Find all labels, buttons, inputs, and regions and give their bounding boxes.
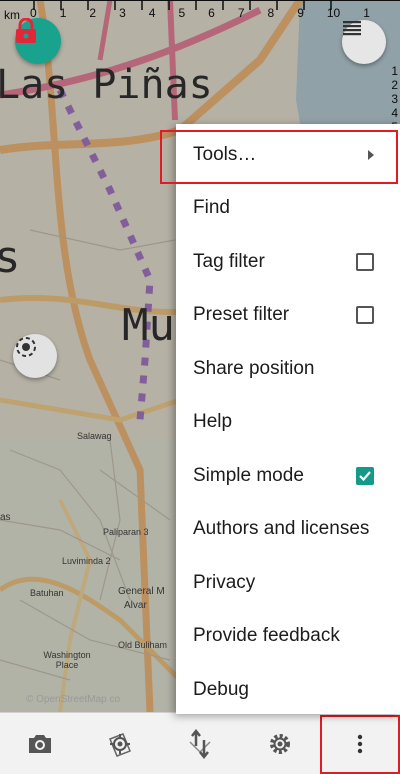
tag-filter-checkbox[interactable] [356,252,374,271]
menu-item-provide-feedback[interactable]: Provide feedback [176,610,400,664]
menu-item-preset-filter[interactable]: Preset filter [176,289,400,343]
transfer-icon [189,728,211,760]
transfer-button[interactable] [160,713,240,774]
menu-item-label: Tools… [193,143,257,165]
gps-button[interactable] [13,334,57,378]
camera-button[interactable] [0,713,80,774]
menu-item-label: Privacy [193,571,256,593]
menu-item-privacy[interactable]: Privacy [176,556,400,610]
more-vert-icon [357,734,363,754]
preset-filter-checkbox[interactable] [356,306,374,325]
menu-item-find[interactable]: Find [176,182,400,236]
camera-icon [29,735,51,753]
gps-target-icon [109,733,131,757]
menu-item-simple-mode[interactable]: Simple mode [176,449,400,503]
menu-item-label: Help [193,411,233,433]
more-options-button[interactable] [320,713,400,774]
menu-item-label: Share position [193,357,315,379]
gps-target-button[interactable] [80,713,160,774]
menu-item-debug[interactable]: Debug [176,663,400,717]
menu-item-label: Provide feedback [193,625,340,647]
lock-icon [16,18,36,43]
menu-item-authors-licenses[interactable]: Authors and licenses [176,503,400,557]
menu-item-label: Debug [193,678,249,700]
settings-button[interactable] [240,713,320,774]
bottom-toolbar [0,712,400,774]
menu-item-label: Simple mode [193,464,304,486]
menu-item-tools[interactable]: Tools… [160,128,400,183]
submenu-arrow-icon [368,149,374,160]
menu-item-help[interactable]: Help [176,396,400,450]
gps-icon [16,337,36,357]
menu-item-label: Authors and licenses [193,518,370,540]
map-attribution: © OpenStreetMap co [26,694,121,705]
menu-item-tag-filter[interactable]: Tag filter [176,235,400,289]
lock-button[interactable] [15,18,61,64]
layers-button[interactable] [342,20,386,64]
menu-item-label: Preset filter [193,304,290,326]
menu-item-label: Find [193,197,230,219]
menu-item-label: Tag filter [193,250,265,272]
check-icon [359,471,371,481]
settings-icon [270,734,290,754]
simple-mode-checkbox[interactable] [356,466,374,485]
overflow-menu: Tools… Find Tag filter Preset filter Sha… [160,124,400,717]
menu-item-share-position[interactable]: Share position [176,342,400,396]
layers-icon [343,21,361,36]
